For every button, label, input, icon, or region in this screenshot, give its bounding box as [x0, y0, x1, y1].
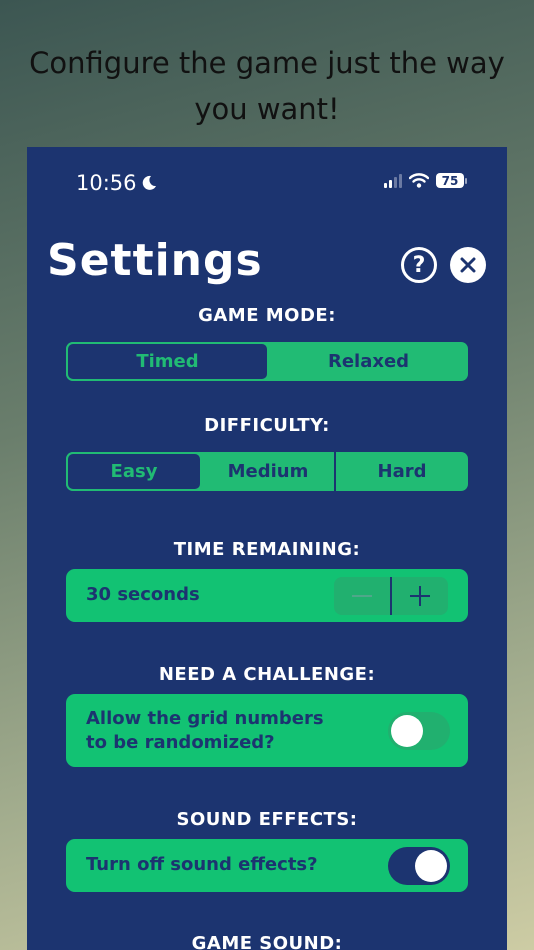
wifi-icon	[409, 173, 429, 188]
status-time: 10:56	[76, 171, 157, 195]
decrement-button[interactable]	[334, 577, 390, 615]
game-mode-timed[interactable]: Timed	[66, 342, 269, 381]
help-button[interactable]: ?	[401, 247, 437, 283]
page-title: Settings	[47, 235, 263, 286]
challenge-label: NEED A CHALLENGE:	[158, 664, 376, 685]
close-icon	[460, 257, 476, 273]
game-sound-label: GAME SOUND:	[191, 933, 343, 950]
minus-icon	[352, 595, 372, 597]
time-remaining-label: TIME REMAINING:	[173, 539, 361, 560]
difficulty-easy[interactable]: Easy	[66, 452, 202, 491]
difficulty-hard[interactable]: Hard	[334, 452, 468, 491]
plus-icon	[410, 586, 430, 606]
difficulty-label: DIFFICULTY:	[204, 415, 330, 436]
signal-icon	[384, 173, 402, 188]
challenge-text: Allow the grid numbers to be randomized?	[86, 707, 324, 755]
challenge-text-line-1: Allow the grid numbers	[86, 708, 324, 729]
help-icon: ?	[412, 252, 426, 278]
game-mode-relaxed[interactable]: Relaxed	[269, 342, 468, 381]
sound-effects-text: Turn off sound effects?	[86, 854, 318, 875]
toggle-knob	[415, 850, 447, 882]
time-stepper	[334, 577, 448, 615]
caption-line-1: Configure the game just the way	[29, 46, 505, 80]
difficulty-medium[interactable]: Medium	[202, 452, 334, 491]
randomize-toggle[interactable]	[388, 712, 450, 750]
game-mode-selector: Timed Relaxed	[66, 342, 468, 381]
challenge-text-line-2: to be randomized?	[86, 732, 275, 753]
sound-effects-card: Turn off sound effects?	[66, 839, 468, 892]
promo-caption: Configure the game just the way you want…	[0, 40, 534, 132]
battery-icon: 75	[436, 173, 467, 188]
close-button[interactable]	[450, 247, 486, 283]
status-icons: 75	[384, 173, 467, 188]
battery-level: 75	[436, 173, 464, 188]
moon-icon	[142, 175, 156, 190]
sound-effects-label: SOUND EFFECTS:	[176, 809, 358, 830]
increment-button[interactable]	[392, 577, 448, 615]
caption-line-2: you want!	[194, 92, 340, 126]
phone-screen: 10:56 75 Settings ? GAME MODE: Timed Rel…	[27, 147, 507, 950]
status-time-text: 10:56	[76, 171, 137, 195]
time-remaining-card: 30 seconds	[66, 569, 468, 622]
sound-effects-toggle[interactable]	[388, 847, 450, 885]
game-mode-label: GAME MODE:	[198, 305, 336, 326]
difficulty-selector: Easy Medium Hard	[66, 452, 468, 491]
time-remaining-value: 30 seconds	[86, 584, 200, 605]
challenge-card: Allow the grid numbers to be randomized?	[66, 694, 468, 767]
toggle-knob	[391, 715, 423, 747]
